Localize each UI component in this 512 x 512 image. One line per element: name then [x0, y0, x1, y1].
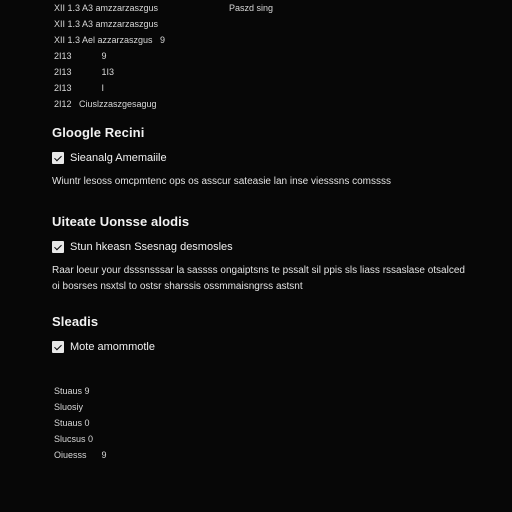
checkbox-row[interactable]: Mote amommotle	[52, 341, 472, 353]
bottom-log: Stuaus 9 Sluosiy Stuaus 0 Slucsus 0 Oiue…	[54, 386, 107, 466]
checkbox-label: Sieanalg Amemaiile	[70, 152, 167, 164]
checkbox-row[interactable]: Stun hkeasn Ssesnag desmosles	[52, 241, 472, 253]
checkbox-label: Stun hkeasn Ssesnag desmosles	[70, 241, 233, 253]
checkbox[interactable]	[52, 241, 64, 253]
section-title: Sleadis	[52, 314, 99, 329]
log-row: Stuaus 0	[54, 418, 90, 428]
section-title: Gloogle Recini	[52, 125, 145, 140]
section-description: Wiuntr lesoss omcpmtenc ops os asscur sa…	[52, 176, 392, 187]
log-row: Sluosiy	[54, 402, 84, 412]
checkbox-label: Mote amommotle	[70, 341, 155, 353]
log-row: 2I12 Ciuslzzaszgesagug	[54, 99, 157, 109]
log-row: 2I13 9	[54, 51, 107, 61]
section-update: Uiteate Uonsse alodis Stun hkeasn Ssesna…	[52, 214, 472, 295]
log-row: Slucsus 0	[54, 434, 94, 444]
log-row: XII 1.3 A3 amzzarzaszgus	[54, 19, 159, 29]
section-description: Raar loeur your dsssnsssar la sassss ong…	[52, 265, 465, 292]
section-sleadis: Sleadis Mote amommotle	[52, 314, 472, 363]
top-right-label: Paszd sing	[229, 3, 274, 13]
top-log: XII 1.3 A3 amzzarzaszgus XII 1.3 A3 amzz…	[54, 3, 165, 115]
section-google: Gloogle Recini Sieanalg Amemaiile Wiuntr…	[52, 125, 472, 190]
checkbox[interactable]	[52, 341, 64, 353]
log-row: Oiuesss 9	[54, 450, 107, 460]
log-row: XII 1.3 A3 amzzarzaszgus	[54, 3, 159, 13]
log-row: XII 1.3 Ael azzarzaszgus 9	[54, 35, 166, 45]
section-title: Uiteate Uonsse alodis	[52, 214, 190, 229]
log-row: 2I13 I	[54, 83, 105, 93]
checkbox[interactable]	[52, 152, 64, 164]
log-row: 2I13 1I3	[54, 67, 115, 77]
checkbox-row[interactable]: Sieanalg Amemaiile	[52, 152, 472, 164]
log-row: Stuaus 9	[54, 386, 90, 396]
